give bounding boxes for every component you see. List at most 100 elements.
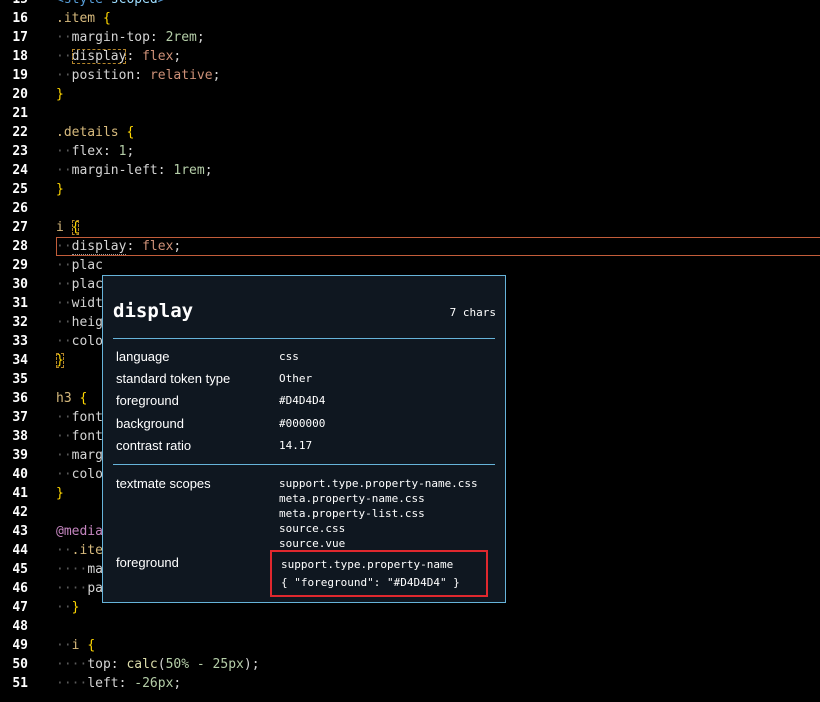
line-code[interactable]: ··display: flex; xyxy=(56,47,181,66)
line-number: 32 xyxy=(12,315,28,330)
code-line[interactable]: 49 ··i { xyxy=(0,636,820,655)
code-token: <style xyxy=(56,0,111,7)
line-code[interactable]: } xyxy=(56,180,64,199)
hover-row-foreground: foreground #D4D4D4 xyxy=(116,393,495,411)
code-token: 50% - 25px xyxy=(165,657,244,672)
code-token: } xyxy=(71,600,80,615)
code-token: top: xyxy=(87,657,127,672)
code-line[interactable]: 24 ··margin-left: 1rem; xyxy=(0,161,820,180)
line-number: 48 xyxy=(12,619,28,634)
line-code[interactable]: ··font xyxy=(56,408,103,427)
line-code[interactable]: <style scoped> xyxy=(56,0,166,9)
line-code[interactable]: ··colo xyxy=(56,332,103,351)
code-line[interactable]: 29 ··plac xyxy=(0,256,820,275)
line-code[interactable]: ··plac xyxy=(56,256,103,275)
line-code[interactable]: } xyxy=(56,351,64,370)
line-code[interactable]: ··flex: 1; xyxy=(56,142,134,161)
code-token: ; xyxy=(126,144,135,159)
code-token: { xyxy=(102,11,111,26)
line-number: 21 xyxy=(12,106,28,121)
row-value: Other xyxy=(279,372,313,385)
code-line[interactable]: 48 xyxy=(0,617,820,636)
line-number: 28 xyxy=(12,239,28,254)
code-line[interactable]: 23 ··flex: 1; xyxy=(0,142,820,161)
line-number: 39 xyxy=(12,448,28,463)
row-label: contrast ratio xyxy=(116,438,192,453)
line-code[interactable]: .item { xyxy=(56,9,111,28)
code-line[interactable]: 16 .item { xyxy=(0,9,820,28)
code-token: 1rem xyxy=(173,163,205,178)
whitespace-marker: ·· xyxy=(56,277,72,292)
line-code[interactable]: .details { xyxy=(56,123,134,142)
line-code[interactable]: ··font xyxy=(56,427,103,446)
hover-row-token-type: standard token type Other xyxy=(116,371,495,389)
line-number: 50 xyxy=(12,657,28,672)
line-code[interactable]: ··plac xyxy=(56,275,103,294)
line-code[interactable]: ··colo xyxy=(56,465,103,484)
code-token: } xyxy=(56,353,64,368)
line-code[interactable]: ··i { xyxy=(56,636,95,655)
code-token: colo xyxy=(71,467,103,482)
code-line[interactable]: 20} xyxy=(0,85,820,104)
hover-divider xyxy=(113,464,495,465)
code-line[interactable]: 21 xyxy=(0,104,820,123)
line-number: 44 xyxy=(12,543,28,558)
line-code[interactable]: h3 { xyxy=(56,389,87,408)
whitespace-marker: ·· xyxy=(56,448,72,463)
code-line[interactable]: 26 xyxy=(0,199,820,218)
line-code[interactable]: ··margin-left: 1rem; xyxy=(56,161,213,180)
line-code[interactable]: } xyxy=(56,85,64,104)
fg-label: foreground xyxy=(116,555,179,570)
line-number: 15 xyxy=(0,0,28,9)
line-code[interactable]: @media xyxy=(56,522,103,541)
code-token: ; xyxy=(173,676,182,691)
whitespace-marker: ·· xyxy=(56,638,72,653)
code-token: i xyxy=(71,638,88,653)
code-line[interactable]: 17 ··margin-top: 2rem; xyxy=(0,28,820,47)
code-token: ; xyxy=(196,30,205,45)
hover-row-contrast: contrast ratio 14.17 xyxy=(116,438,495,456)
code-line[interactable]: 28 ··display: flex; xyxy=(0,237,820,256)
line-code[interactable]: i { xyxy=(56,218,80,237)
line-code[interactable]: ··margin-top: 2rem; xyxy=(56,28,205,47)
line-number: 25 xyxy=(12,182,28,197)
code-token: marg xyxy=(71,448,103,463)
line-code[interactable]: ····ma xyxy=(56,560,103,579)
line-code[interactable]: ··position: relative; xyxy=(56,66,220,85)
code-token: @media xyxy=(56,524,103,539)
code-line[interactable]: 15 <style scoped> xyxy=(0,0,820,9)
code-line[interactable]: 51 ····left: -26px; xyxy=(0,674,820,693)
code-line[interactable]: 22 .details { xyxy=(0,123,820,142)
line-code[interactable]: ····top: calc(50% - 25px); xyxy=(56,655,260,674)
line-code[interactable]: ··} xyxy=(56,598,79,617)
line-number: 47 xyxy=(12,600,28,615)
line-code[interactable]: ··heig xyxy=(56,313,103,332)
code-token: plac xyxy=(71,258,103,273)
code-line[interactable]: 27 i { xyxy=(0,218,820,237)
row-value: #000000 xyxy=(279,417,326,430)
code-token: font xyxy=(71,410,103,425)
line-number: 19 xyxy=(12,68,28,83)
code-line[interactable]: 50 ····top: calc(50% - 25px); xyxy=(0,655,820,674)
line-number: 23 xyxy=(12,144,28,159)
line-number: 51 xyxy=(12,676,28,691)
hover-char-count: 7 chars xyxy=(449,306,496,319)
line-code[interactable]: } xyxy=(56,484,64,503)
code-line[interactable]: 19 ··position: relative; xyxy=(0,66,820,85)
whitespace-marker: ·· xyxy=(56,239,72,254)
code-token: ( xyxy=(157,657,166,672)
code-token: flex xyxy=(142,49,174,64)
code-token: ); xyxy=(243,657,260,672)
line-code[interactable]: ··widt xyxy=(56,294,103,313)
code-token: i xyxy=(56,220,72,235)
line-code[interactable]: ····left: -26px; xyxy=(56,674,181,693)
code-token: colo xyxy=(71,334,103,349)
code-line[interactable]: 25} xyxy=(0,180,820,199)
code-token: { xyxy=(87,638,96,653)
line-code[interactable]: ··.ite xyxy=(56,541,103,560)
line-code[interactable]: ··display: flex; xyxy=(56,237,181,256)
line-code[interactable]: ··marg xyxy=(56,446,103,465)
code-token: .item xyxy=(56,11,103,26)
code-line[interactable]: 18 ··display: flex; xyxy=(0,47,820,66)
code-token: ; xyxy=(173,49,182,64)
